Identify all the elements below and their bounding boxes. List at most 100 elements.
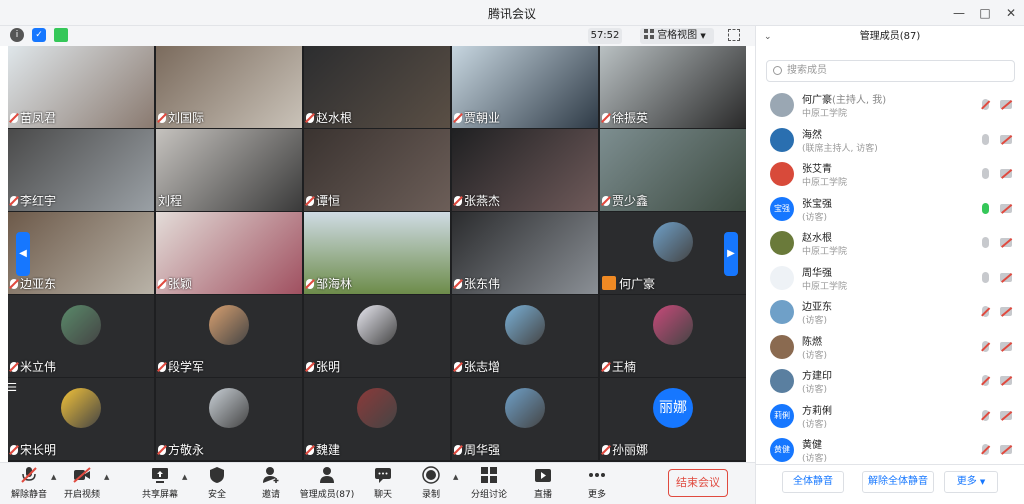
member-row[interactable]: 莉俐 方莉俐 (访客) — [756, 399, 1024, 433]
video-tile[interactable]: 赵水根 — [304, 46, 450, 128]
camera-off-icon[interactable] — [1000, 203, 1012, 213]
next-page-arrow-icon[interactable]: ▶ — [724, 232, 738, 276]
mic-icon[interactable] — [982, 271, 989, 283]
video-tile[interactable]: 张东伟 — [452, 212, 598, 294]
video-tile[interactable]: 张志增 — [452, 295, 598, 377]
camera-off-icon[interactable] — [1000, 100, 1012, 109]
view-mode-button[interactable]: 宫格视图 ▼ — [640, 28, 714, 44]
video-tile[interactable]: 贾朝业 — [452, 46, 598, 128]
member-row[interactable]: 宝强 张宝强 (访客) — [756, 192, 1024, 226]
member-row[interactable]: 黄健 黄健 (访客) — [756, 433, 1024, 467]
chevron-up-icon[interactable]: ▲ — [453, 473, 458, 481]
mic-icon[interactable] — [982, 444, 989, 455]
chat-button[interactable]: 聊天 — [356, 466, 410, 504]
close-button[interactable]: ✕ — [1000, 3, 1022, 23]
start-video-button[interactable]: 开启视频 — [55, 466, 109, 504]
video-tile[interactable]: 段学军 — [156, 295, 302, 377]
video-tile[interactable]: 方敬永 — [156, 378, 302, 460]
chevron-up-icon[interactable]: ▲ — [182, 473, 187, 481]
mic-icon[interactable] — [982, 133, 989, 145]
mic-icon[interactable] — [982, 409, 989, 421]
member-search-input[interactable]: 搜索成员 — [766, 60, 1015, 82]
info-icon[interactable]: i — [10, 28, 24, 42]
member-row[interactable]: 张艾青 中原工学院 — [756, 157, 1024, 191]
participant-name-tag: 段学军 — [158, 358, 204, 375]
share-screen-button[interactable]: 共享屏幕 — [133, 466, 187, 504]
participant-name-tag: 张颖 — [158, 275, 192, 292]
minimize-button[interactable]: — — [948, 3, 970, 23]
video-tile[interactable]: 张燕杰 — [452, 129, 598, 211]
participant-name-tag: 张燕杰 — [454, 192, 500, 209]
chevron-down-icon[interactable]: ⌄ — [764, 26, 772, 48]
member-row[interactable]: 边亚东 (访客) — [756, 295, 1024, 329]
video-tile[interactable]: 谭恒 — [304, 129, 450, 211]
video-tile[interactable]: 贾少鑫 — [600, 129, 746, 211]
video-tile[interactable]: 张明 — [304, 295, 450, 377]
mute-all-button[interactable]: 全体静音 — [782, 471, 844, 493]
shield-icon[interactable]: ✓ — [32, 28, 46, 42]
camera-off-icon[interactable] — [1000, 445, 1012, 454]
member-row[interactable]: 陈燃 (访客) — [756, 330, 1024, 364]
maximize-button[interactable]: □ — [974, 3, 996, 23]
member-row[interactable]: 海然 (联席主持人, 访客) — [756, 123, 1024, 157]
member-row[interactable]: 何广豪(主持人, 我) 中原工学院 — [756, 88, 1024, 122]
live-button[interactable]: 直播 — [516, 466, 570, 504]
signal-icon[interactable] — [54, 28, 68, 42]
unmute-all-button[interactable]: 解除全体静音 — [862, 471, 934, 493]
video-tile[interactable]: 周华强 — [452, 378, 598, 460]
video-tile[interactable]: 米立伟 — [8, 295, 154, 377]
video-tile[interactable]: 宋长明 — [8, 378, 154, 460]
panel-more-button[interactable]: 更多 ▼ — [944, 471, 998, 493]
chevron-up-icon[interactable]: ▲ — [104, 473, 109, 481]
video-tile[interactable]: 刘程 — [156, 129, 302, 211]
unmute-button[interactable]: 解除静音 — [2, 466, 56, 504]
mic-icon[interactable] — [982, 306, 989, 317]
camera-off-icon[interactable] — [1000, 307, 1012, 316]
mic-active-icon[interactable] — [982, 202, 989, 214]
mic-icon[interactable] — [982, 340, 989, 352]
mic-icon[interactable] — [982, 237, 989, 248]
panel-more-label: 更多 — [956, 476, 977, 487]
participant-name: 孙丽娜 — [612, 443, 649, 457]
breakout-button[interactable]: 分组讨论 — [462, 466, 516, 504]
breakout-label: 分组讨论 — [470, 490, 507, 500]
participant-name-tag: 李红宇 — [10, 192, 56, 209]
video-tile[interactable]: 李红宇 — [8, 129, 154, 211]
camera-off-icon[interactable] — [1000, 134, 1012, 144]
video-tile[interactable]: 丽娜 孙丽娜 — [600, 378, 746, 460]
invite-button[interactable]: 邀请 — [244, 466, 298, 504]
participant-name-tag: 张东伟 — [454, 275, 500, 292]
previous-page-arrow-icon[interactable]: ◀ — [16, 232, 30, 276]
camera-off-icon[interactable] — [1000, 169, 1012, 178]
end-meeting-button[interactable]: 结束会议 — [668, 469, 728, 497]
record-button[interactable]: 录制 — [404, 466, 458, 504]
video-tile[interactable]: 魏建 — [304, 378, 450, 460]
member-row[interactable]: 方建印 (访客) — [756, 364, 1024, 398]
member-row[interactable]: 周华强 中原工学院 — [756, 261, 1024, 295]
video-tile[interactable]: 张颖 — [156, 212, 302, 294]
camera-off-icon[interactable] — [1000, 376, 1012, 385]
fullscreen-icon[interactable] — [728, 29, 740, 41]
security-button[interactable]: 安全 — [190, 466, 244, 504]
avatar — [209, 388, 249, 428]
mic-muted-icon — [158, 445, 166, 455]
more-button[interactable]: 更多 — [570, 466, 624, 504]
mic-icon[interactable] — [982, 168, 989, 179]
mic-icon[interactable] — [982, 375, 989, 386]
mic-icon[interactable] — [982, 99, 989, 110]
participant-name: 贾朝业 — [464, 111, 501, 125]
video-tile[interactable]: 刘国际 — [156, 46, 302, 128]
camera-off-icon[interactable] — [1000, 272, 1012, 282]
video-tile[interactable]: 王楠 — [600, 295, 746, 377]
manage-members-button[interactable]: 管理成员(87) — [298, 466, 356, 504]
camera-off-icon[interactable] — [1000, 238, 1012, 247]
video-tile[interactable]: 邹海林 — [304, 212, 450, 294]
member-row[interactable]: 赵水根 中原工学院 — [756, 226, 1024, 260]
video-tile[interactable]: 苗凤君 — [8, 46, 154, 128]
camera-off-icon[interactable] — [1000, 410, 1012, 420]
members-icon — [320, 467, 334, 483]
member-org: (访客) — [802, 385, 828, 395]
list-menu-icon[interactable]: ☰ — [4, 380, 20, 396]
video-tile[interactable]: 徐振英 — [600, 46, 746, 128]
camera-off-icon[interactable] — [1000, 341, 1012, 351]
